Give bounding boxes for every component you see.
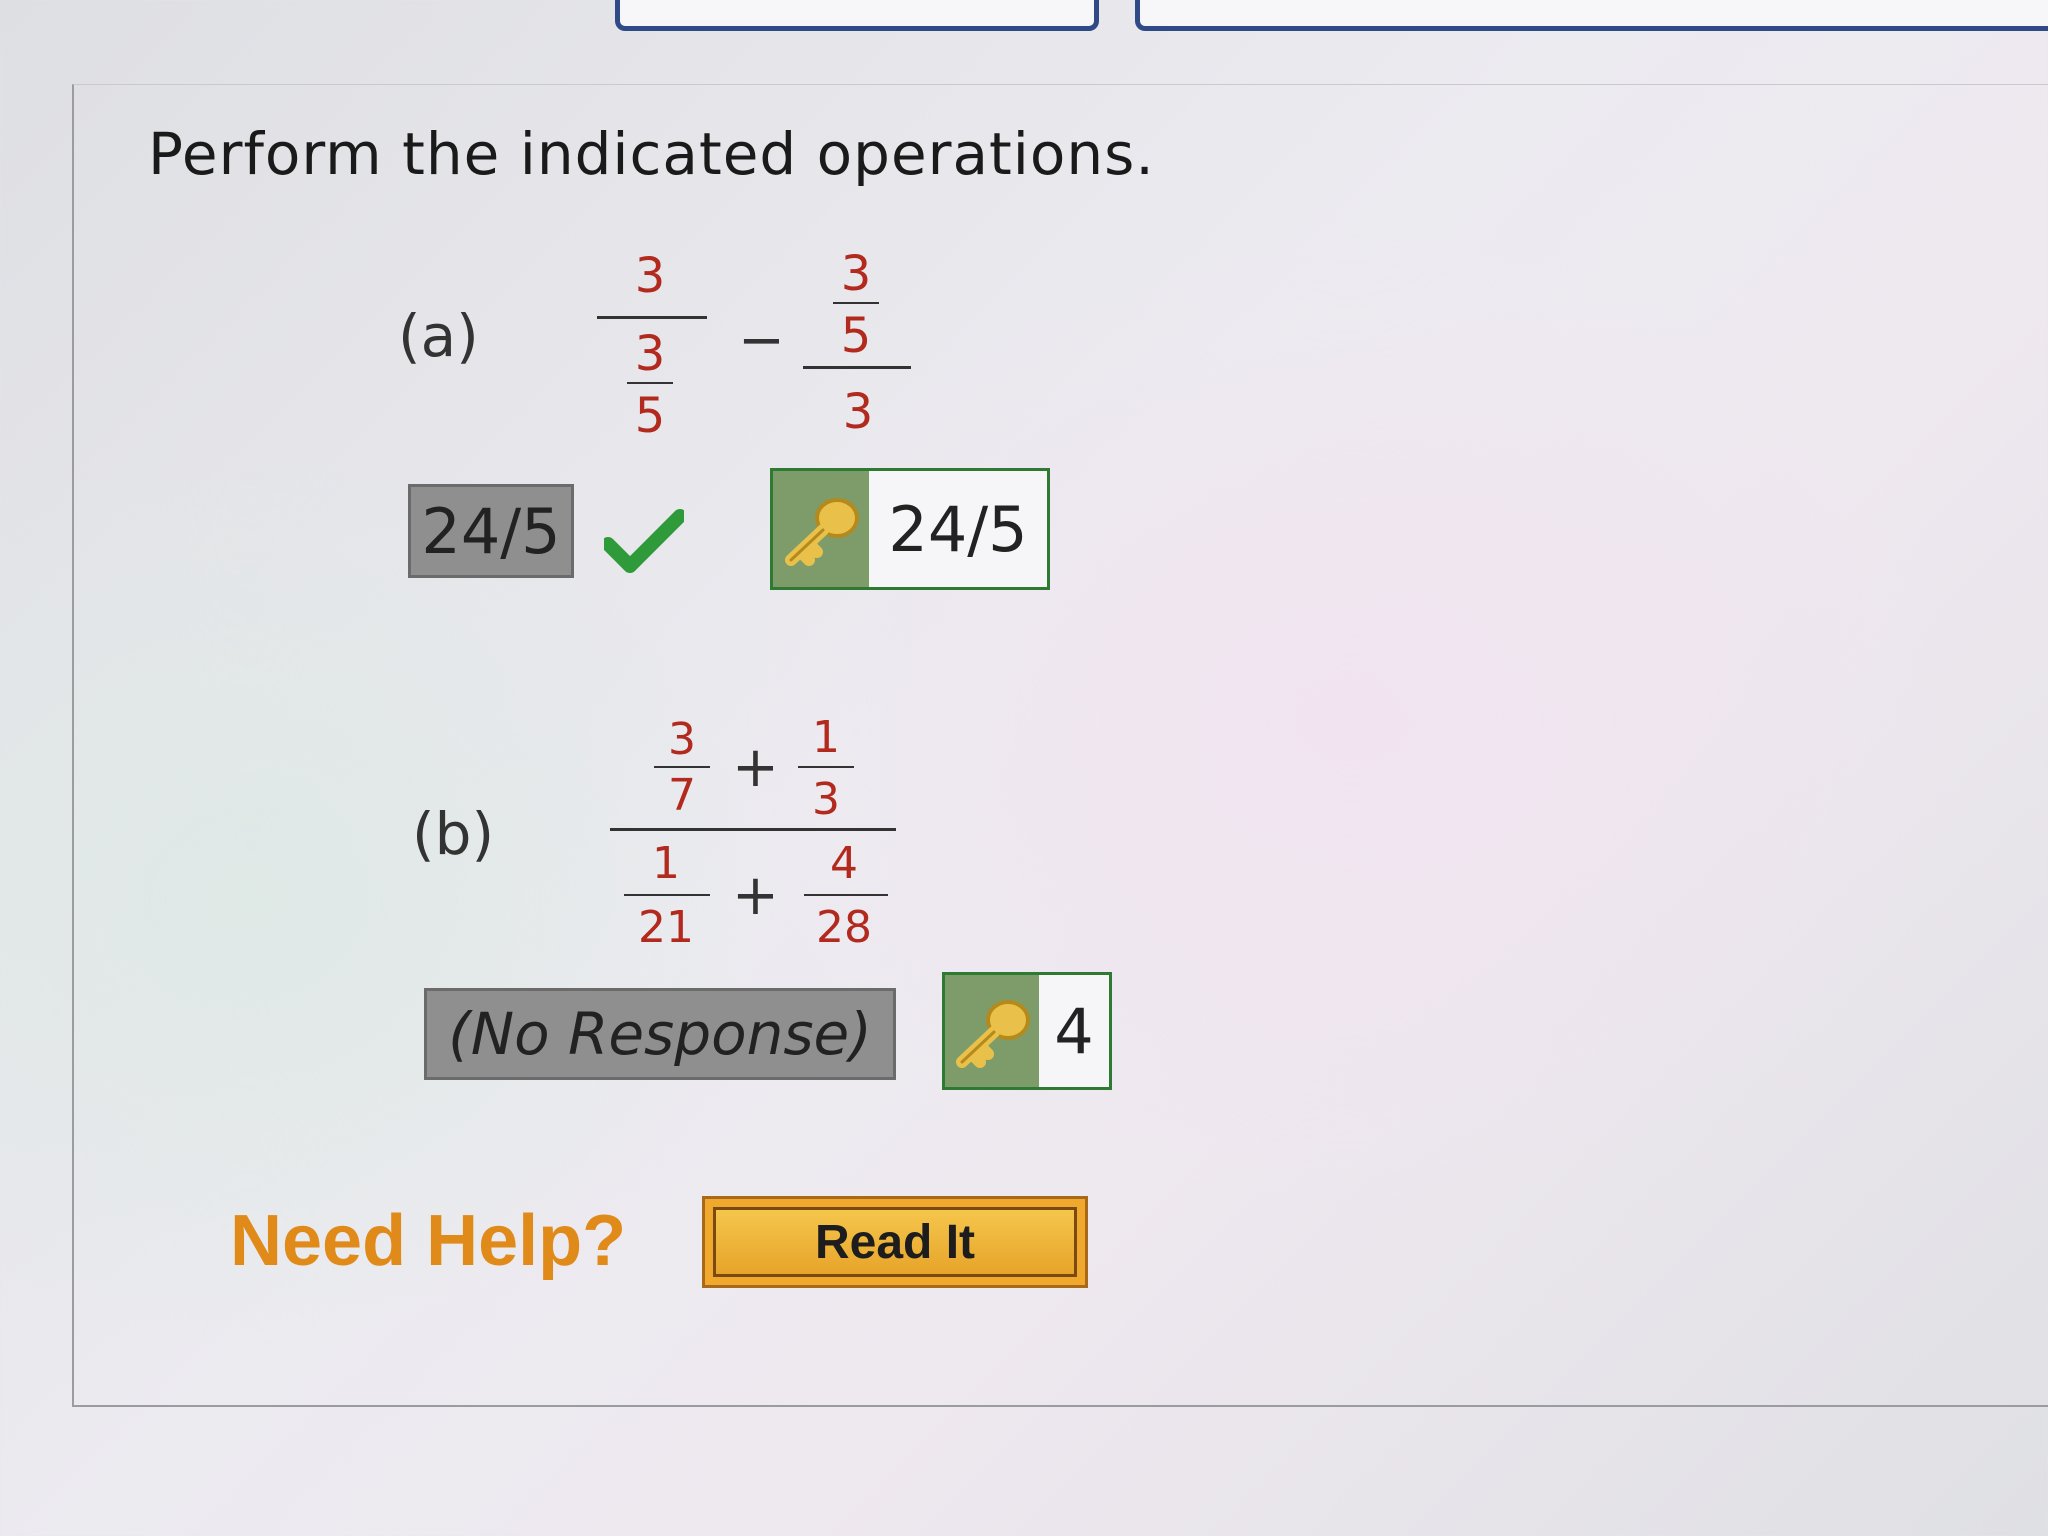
part-a-left-inner-numerator: 3 — [634, 326, 666, 382]
key-icon — [785, 498, 859, 566]
checkmark-icon — [604, 509, 684, 573]
part-b-top-plus: + — [732, 735, 779, 800]
top-tab-left[interactable] — [615, 0, 1099, 31]
part-a-left-inner-bar — [627, 382, 673, 384]
part-b-top-a-bar — [654, 766, 710, 768]
read-it-label: Read It — [713, 1207, 1077, 1277]
part-b-bottom-b-bar — [804, 894, 888, 896]
part-b-answer-key: 4 — [942, 972, 1112, 1090]
part-b-label: (b) — [412, 800, 495, 868]
part-a-right-inner-numerator: 3 — [840, 246, 872, 302]
part-b-top-b-numerator: 1 — [812, 712, 840, 763]
part-a-left-inner-denominator: 5 — [634, 388, 666, 444]
key-icon — [956, 1000, 1030, 1068]
part-b-top-a-numerator: 3 — [668, 714, 696, 765]
part-a-response[interactable]: 24/5 — [408, 484, 574, 578]
part-b-bottom-b-numerator: 4 — [830, 838, 858, 889]
part-b-top-b-denominator: 3 — [812, 774, 840, 825]
part-a-key-answer: 24/5 — [888, 492, 1028, 566]
part-b-key-cell — [945, 975, 1039, 1087]
part-b-bottom-a-bar — [624, 894, 710, 896]
part-a-label: (a) — [398, 302, 479, 370]
part-a-right-inner-denominator: 5 — [840, 308, 872, 364]
part-b-top-a-denominator: 7 — [668, 770, 696, 821]
part-a-right-main-bar — [803, 366, 911, 369]
part-b-main-bar — [610, 828, 896, 831]
part-b-top-b-bar — [798, 766, 854, 768]
part-b-bottom-a-numerator: 1 — [652, 838, 680, 889]
part-b-response[interactable]: (No Response) — [424, 988, 896, 1080]
top-tab-right[interactable] — [1135, 0, 2048, 31]
read-it-button[interactable]: Read It — [702, 1196, 1088, 1288]
part-b-bottom-a-denominator: 21 — [638, 902, 694, 953]
part-a-left-numerator: 3 — [634, 248, 666, 304]
part-a-key-cell — [773, 471, 869, 587]
part-a-answer-key: 24/5 — [770, 468, 1050, 590]
need-help-label: Need Help? — [230, 1201, 627, 1281]
part-b-bottom-plus: + — [732, 863, 779, 928]
part-b-bottom-b-denominator: 28 — [816, 902, 872, 953]
part-a-right-inner-bar — [833, 302, 879, 304]
part-a-left-main-bar — [597, 316, 707, 319]
part-a-minus-sign: − — [738, 308, 785, 373]
part-b-key-answer: 4 — [1054, 994, 1094, 1068]
question-prompt: Perform the indicated operations. — [148, 120, 1155, 188]
part-a-right-denominator: 3 — [842, 384, 874, 440]
